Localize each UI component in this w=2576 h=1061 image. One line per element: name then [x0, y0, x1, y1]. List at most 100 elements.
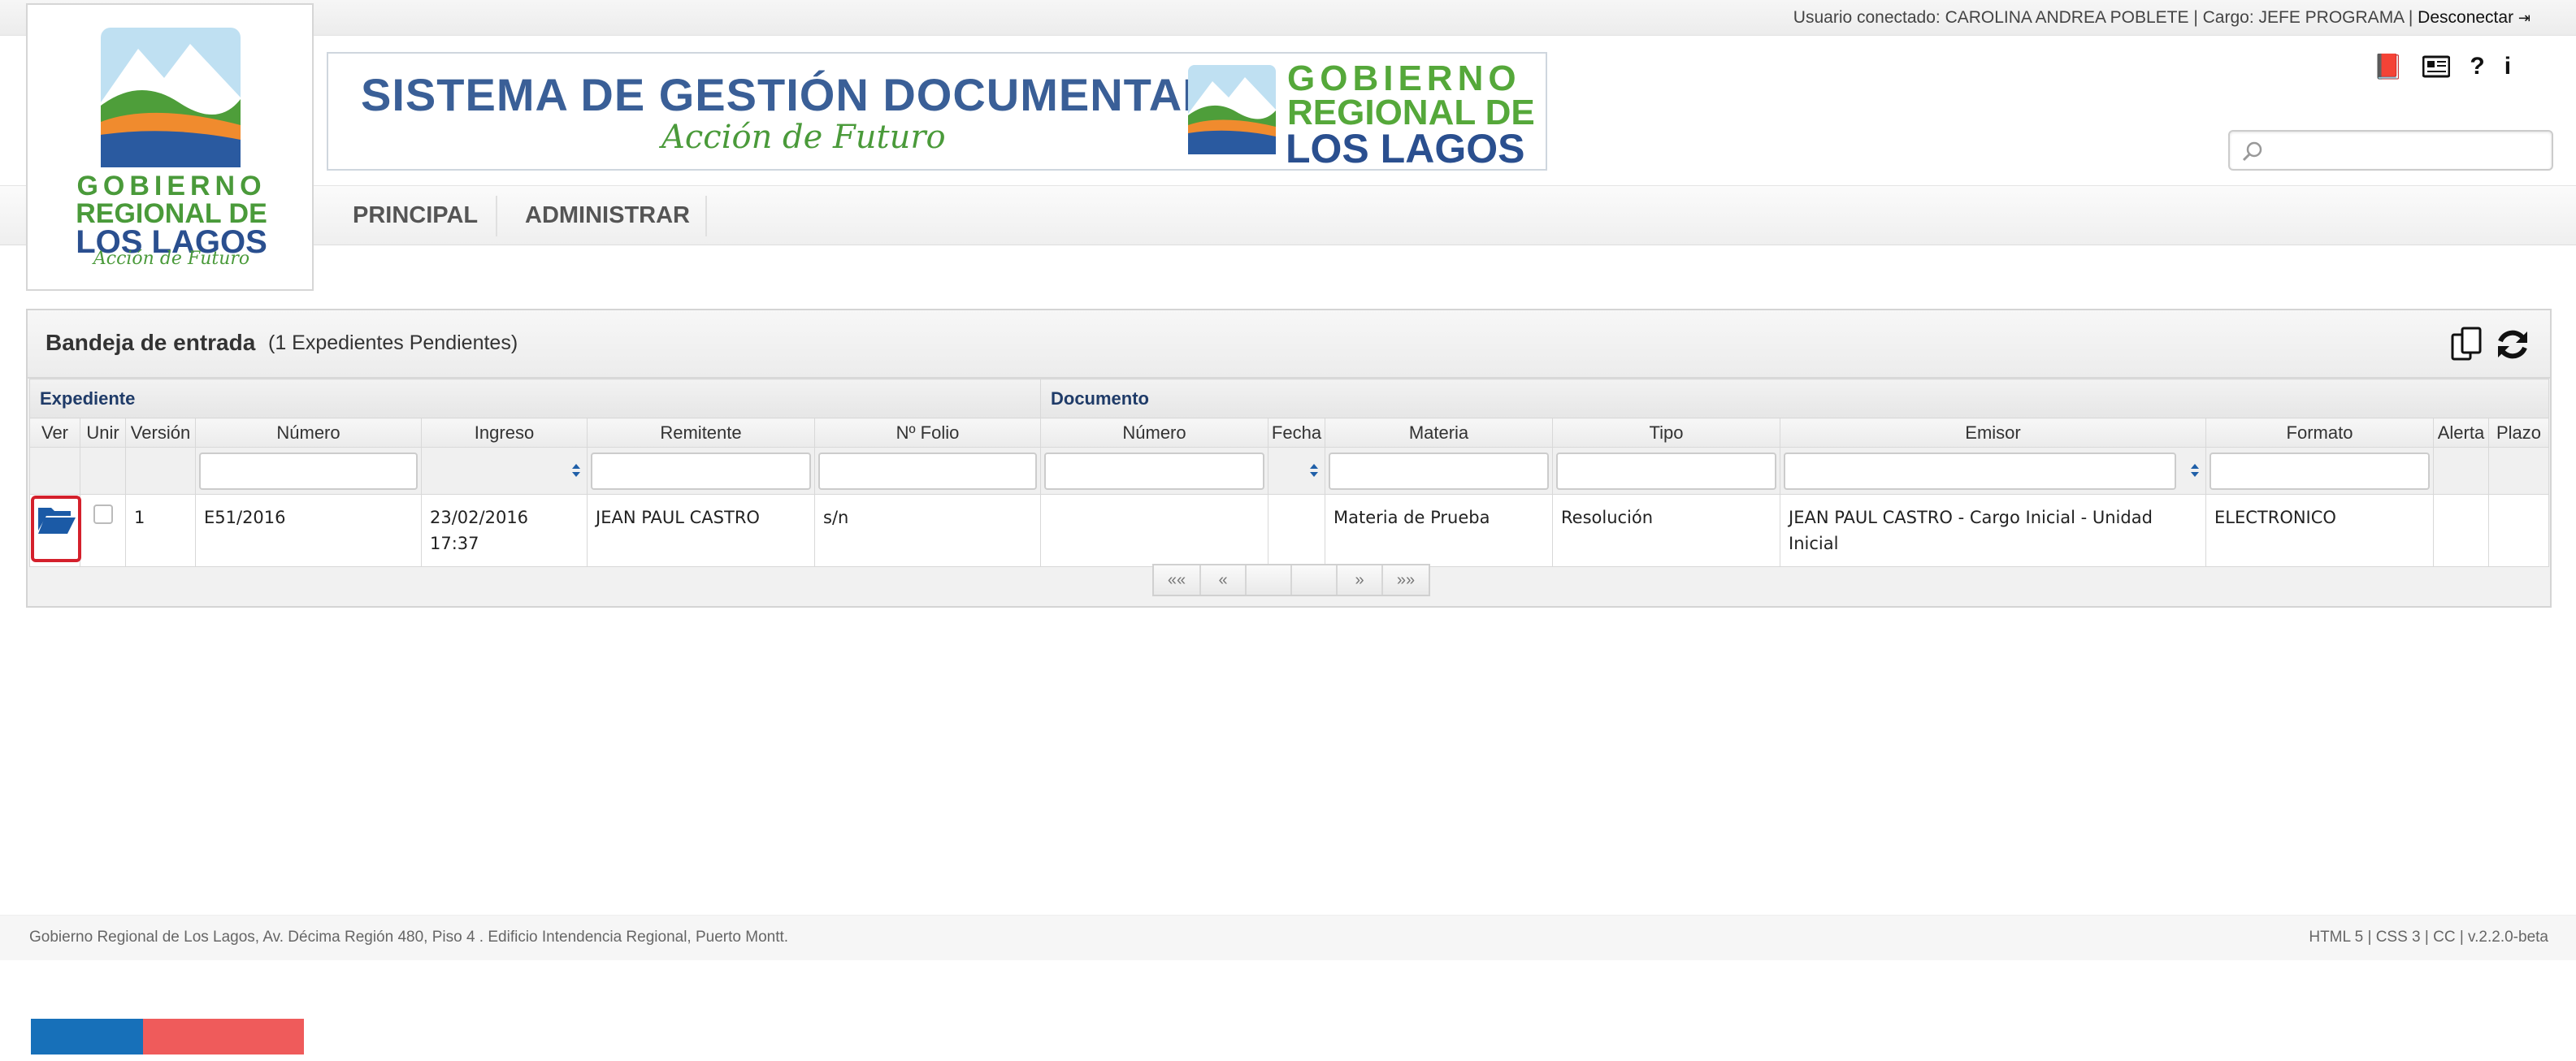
table-row[interactable]: 1 E51/2016 23/02/2016 17:37 JEAN PAUL CA… [29, 494, 2549, 567]
col-version[interactable]: Versión [125, 418, 196, 448]
filter-materia-cell [1325, 447, 1553, 495]
pager-page[interactable] [1292, 565, 1338, 595]
book-icon[interactable]: 📕 [2373, 53, 2403, 81]
footer-address: Gobierno Regional de Los Lagos, Av. Déci… [29, 929, 789, 946]
filter-emisor-input[interactable] [1784, 452, 2176, 490]
inbox-title: Bandeja de entrada [46, 330, 256, 355]
col-tipo[interactable]: Tipo [1552, 418, 1780, 448]
filter-empty [29, 447, 80, 495]
filter-folio-input[interactable] [818, 452, 1037, 490]
filter-tipo-cell [1552, 447, 1780, 495]
search-box[interactable] [2228, 130, 2553, 171]
cell-numero: E51/2016 [195, 494, 422, 567]
group-expediente: Expediente [29, 379, 1041, 418]
filter-doc-numero-input[interactable] [1044, 452, 1264, 490]
col-folio[interactable]: Nº Folio [814, 418, 1041, 448]
region-logo-icon [1188, 65, 1276, 154]
open-folder-icon[interactable] [37, 503, 77, 535]
filter-empty [80, 447, 126, 495]
nav-item-administrar[interactable]: ADMINISTRAR [525, 202, 690, 229]
sort-icon[interactable] [1310, 464, 1318, 477]
cell-emisor: JEAN PAUL CASTRO - Cargo Inicial - Unida… [1780, 494, 2206, 567]
filter-numero-cell [195, 447, 422, 495]
logout-label: Desconectar [2418, 8, 2514, 27]
user-info-label: Usuario conectado: CAROLINA ANDREA POBLE… [1793, 8, 2413, 27]
main-nav: PRINCIPAL ADMINISTRAR [0, 185, 2576, 245]
filter-numero-input[interactable] [199, 452, 418, 490]
col-ver[interactable]: Ver [29, 418, 80, 448]
cell-alerta [2433, 494, 2489, 567]
banner-title: SISTEMA DE GESTIÓN DOCUMENTAL [361, 69, 1212, 120]
filter-folio-cell [814, 447, 1041, 495]
col-emisor[interactable]: Emisor [1780, 418, 2206, 448]
col-doc-numero[interactable]: Número [1040, 418, 1268, 448]
pager-page[interactable] [1247, 565, 1292, 595]
col-unir[interactable]: Unir [80, 418, 126, 448]
banner-org-line3: LOS LAGOS [1286, 126, 1525, 171]
cell-ingreso: 23/02/2016 17:37 [421, 494, 588, 567]
cell-doc-numero [1040, 494, 1268, 567]
flag-stripe-blue [31, 1019, 143, 1055]
filter-materia-input[interactable] [1329, 452, 1549, 490]
filter-ingreso-cell[interactable] [421, 447, 588, 495]
filter-fecha-cell[interactable] [1268, 447, 1325, 495]
search-icon [2242, 141, 2262, 162]
cell-tipo: Resolución [1552, 494, 1780, 567]
inbox-table: Expediente Documento Ver Unir Versión Nú… [29, 379, 2549, 567]
flag-stripe-red [143, 1019, 304, 1055]
col-numero[interactable]: Número [195, 418, 422, 448]
inbox-header: Bandeja de entrada (1 Expedientes Pendie… [28, 310, 2550, 379]
col-alerta[interactable]: Alerta [2433, 418, 2489, 448]
filter-emisor-cell [1780, 447, 2206, 495]
filter-tipo-input[interactable] [1556, 452, 1776, 490]
filter-remitente-input[interactable] [591, 452, 811, 490]
info-icon[interactable]: i [2504, 53, 2511, 80]
table-filter-row [29, 447, 2549, 495]
col-materia[interactable]: Materia [1325, 418, 1553, 448]
col-plazo[interactable]: Plazo [2488, 418, 2549, 448]
inbox-panel: Bandeja de entrada (1 Expedientes Pendie… [26, 309, 2552, 608]
col-ingreso[interactable]: Ingreso [421, 418, 588, 448]
filter-remitente-cell [587, 447, 815, 495]
nav-divider [705, 196, 707, 236]
merge-checkbox[interactable] [93, 505, 113, 524]
cell-remitente: JEAN PAUL CASTRO [587, 494, 815, 567]
logout-icon: ⇥ [2517, 10, 2530, 26]
header-tools: 📕 ? i [2373, 50, 2511, 83]
help-icon[interactable]: ? [2470, 53, 2484, 80]
col-remitente[interactable]: Remitente [587, 418, 815, 448]
pager-prev[interactable]: « [1201, 565, 1247, 595]
copy-icon[interactable] [2448, 325, 2487, 364]
pager-last[interactable]: »» [1383, 565, 1429, 595]
org-logo-icon [101, 28, 241, 167]
logout-link[interactable]: Desconectar ⇥ [2418, 8, 2530, 27]
news-icon[interactable] [2422, 55, 2451, 78]
filter-empty [2488, 447, 2549, 495]
org-logo-slogan: Acción de Futuro [93, 249, 250, 269]
cell-plazo [2488, 494, 2549, 567]
search-input[interactable] [2270, 136, 2547, 164]
footer-version: HTML 5 | CSS 3 | CC | v.2.2.0-beta [2309, 929, 2548, 946]
refresh-icon[interactable] [2493, 325, 2532, 364]
table-column-header: Ver Unir Versión Número Ingreso Remitent… [29, 418, 2549, 448]
pager-first[interactable]: «« [1154, 565, 1201, 595]
col-fecha[interactable]: Fecha [1268, 418, 1325, 448]
cell-folio: s/n [814, 494, 1041, 567]
cell-formato: ELECTRONICO [2205, 494, 2434, 567]
sort-icon[interactable] [572, 464, 580, 477]
cell-ver[interactable] [29, 494, 81, 567]
filter-formato-cell [2205, 447, 2434, 495]
banner-slogan: Acción de Futuro [661, 119, 946, 156]
nav-item-principal[interactable]: PRINCIPAL [353, 202, 478, 229]
filter-empty [2433, 447, 2489, 495]
user-info: Usuario conectado: CAROLINA ANDREA POBLE… [1793, 8, 2530, 28]
filter-empty [125, 447, 196, 495]
org-logo[interactable]: GOBIERNO REGIONAL DE LOS LAGOS Acción de… [26, 3, 314, 291]
filter-formato-input[interactable] [2210, 452, 2430, 490]
pager-next[interactable]: » [1338, 565, 1383, 595]
col-formato[interactable]: Formato [2205, 418, 2434, 448]
top-bar: Usuario conectado: CAROLINA ANDREA POBLE… [0, 0, 2576, 36]
filter-doc-numero-cell [1040, 447, 1268, 495]
system-banner: SISTEMA DE GESTIÓN DOCUMENTAL Acción de … [327, 52, 1547, 171]
sort-icon[interactable] [2191, 464, 2199, 477]
